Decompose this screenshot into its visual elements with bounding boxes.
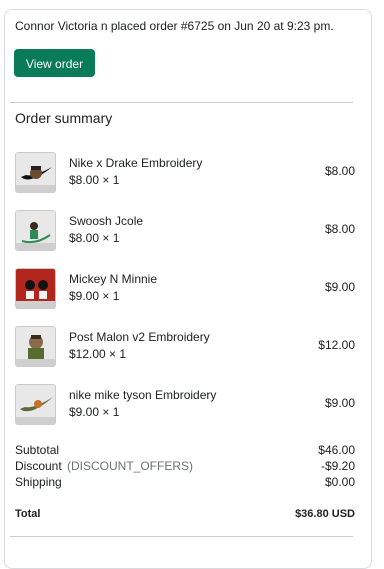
item-price: $9.00 <box>324 396 355 410</box>
item-price: $8.00 <box>324 164 355 178</box>
order-summary-title: Order summary <box>15 110 113 126</box>
total-row: Total $36.80 USD <box>15 508 355 524</box>
bottom-divider <box>10 536 353 537</box>
item-unit-price-qty: $12.00 × 1 <box>69 347 127 361</box>
line-item: Swoosh Jcole $8.00 × 1 $8.00 <box>15 210 355 254</box>
discount-code: (DISCOUNT_OFFERS) <box>67 459 193 473</box>
line-item: nike mike tyson Embroidery $9.00 × 1 $9.… <box>15 384 355 428</box>
item-price: $9.00 <box>324 280 355 294</box>
product-thumbnail <box>15 326 56 367</box>
line-item: Mickey N Minnie $9.00 × 1 $9.00 <box>15 268 355 312</box>
product-thumbnail <box>15 152 56 193</box>
order-placed-message: Connor Victoria n placed order #6725 on … <box>15 19 334 33</box>
line-item: Post Malon v2 Embroidery $12.00 × 1 $12.… <box>15 326 355 370</box>
item-unit-price-qty: $9.00 × 1 <box>69 289 120 303</box>
line-item: Nike x Drake Embroidery $8.00 × 1 $8.00 <box>15 152 355 196</box>
item-unit-price-qty: $8.00 × 1 <box>69 231 120 245</box>
subtotal-row: Subtotal $46.00 <box>15 443 355 459</box>
product-thumbnail <box>15 268 56 309</box>
item-name: Mickey N Minnie <box>69 272 158 286</box>
discount-row: Discount (DISCOUNT_OFFERS) -$9.20 <box>15 459 355 475</box>
discount-label: Discount <box>15 459 62 473</box>
subtotal-value: $46.00 <box>318 443 355 457</box>
discount-value: -$9.20 <box>320 459 355 473</box>
total-value: $36.80 USD <box>295 508 355 520</box>
total-label: Total <box>15 508 41 520</box>
shipping-value: $0.00 <box>324 475 355 489</box>
section-divider <box>10 102 353 103</box>
item-name: Swoosh Jcole <box>69 214 144 228</box>
item-price: $12.00 <box>318 338 355 352</box>
view-order-button[interactable]: View order <box>14 49 95 77</box>
item-name: nike mike tyson Embroidery <box>69 388 217 402</box>
item-unit-price-qty: $9.00 × 1 <box>69 405 120 419</box>
subtotal-label: Subtotal <box>15 443 60 457</box>
item-name: Nike x Drake Embroidery <box>69 156 203 170</box>
item-price: $8.00 <box>324 222 355 236</box>
shipping-label: Shipping <box>15 475 62 489</box>
product-thumbnail <box>15 384 56 425</box>
shipping-row: Shipping $0.00 <box>15 475 355 491</box>
product-thumbnail <box>15 210 56 251</box>
item-name: Post Malon v2 Embroidery <box>69 330 210 344</box>
item-unit-price-qty: $8.00 × 1 <box>69 173 120 187</box>
